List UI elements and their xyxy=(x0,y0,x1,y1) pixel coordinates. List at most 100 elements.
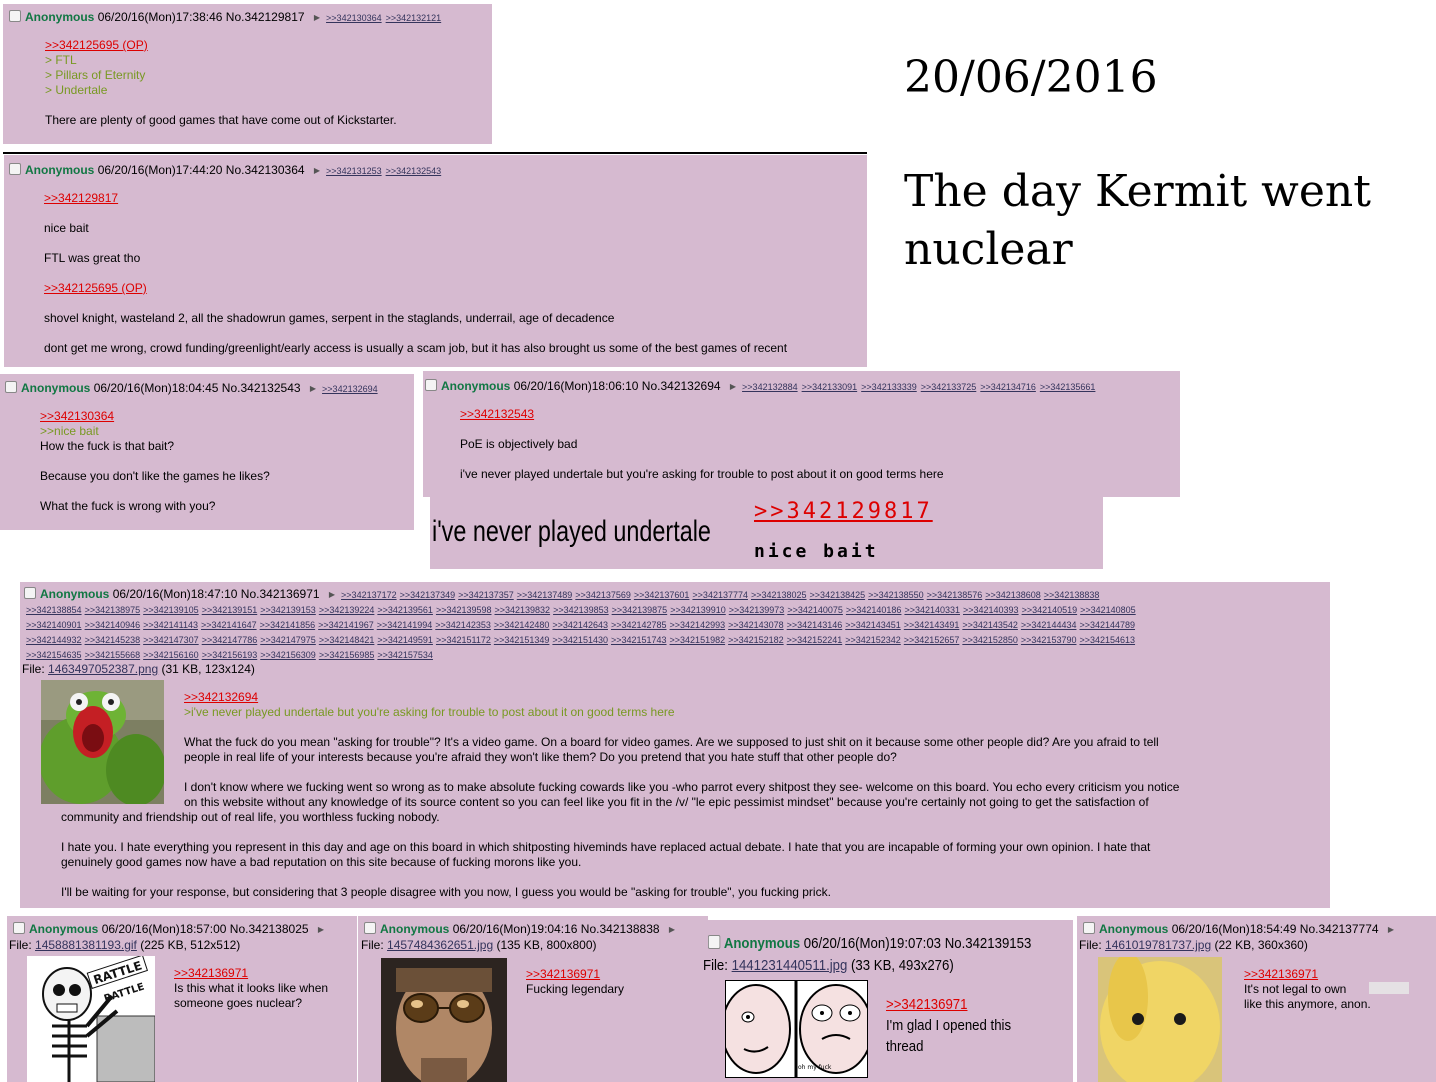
post-number[interactable]: No.342137774 xyxy=(1300,922,1379,936)
backlink[interactable]: >>342140075 xyxy=(787,605,843,615)
post-number[interactable]: No.342138838 xyxy=(581,922,660,936)
skeleton-thumbnail[interactable]: RATTLE RATTLE xyxy=(27,956,155,1082)
backlink[interactable]: >>342143542 xyxy=(962,620,1018,630)
backlink[interactable]: >>342156309 xyxy=(260,650,316,660)
backlink[interactable]: >>342153790 xyxy=(1021,635,1077,645)
backlink[interactable]: >>342140946 xyxy=(85,620,141,630)
backlink[interactable]: >>342142480 xyxy=(494,620,550,630)
backlink[interactable]: >>342151430 xyxy=(552,635,608,645)
menu-arrow-icon[interactable]: ▶ xyxy=(314,166,320,175)
backlink[interactable]: >>342148421 xyxy=(319,635,375,645)
backlink[interactable]: >>342138550 xyxy=(868,590,924,600)
file-link[interactable]: 1441231440511.jpg xyxy=(732,957,848,974)
menu-arrow-icon[interactable]: ▶ xyxy=(730,382,736,391)
backlink[interactable]: >>342152241 xyxy=(787,635,843,645)
backlink[interactable]: >>342145238 xyxy=(85,635,141,645)
backlink[interactable]: >>342152342 xyxy=(845,635,901,645)
backlink[interactable]: >>342151172 xyxy=(436,635,491,645)
backlink[interactable]: >>342137489 xyxy=(517,590,573,600)
post-number[interactable]: No.342132543 xyxy=(222,381,301,395)
select-checkbox[interactable] xyxy=(9,10,21,22)
backlink[interactable]: >>342139105 xyxy=(143,605,199,615)
post-number[interactable]: No.342139153 xyxy=(945,935,1032,952)
backlink[interactable]: >>342147307 xyxy=(143,635,199,645)
backlink[interactable]: >>342143491 xyxy=(904,620,960,630)
post-number[interactable]: No.342129817 xyxy=(226,10,305,24)
backlink[interactable]: >>342139973 xyxy=(729,605,785,615)
quote-link[interactable]: >>342132694 xyxy=(184,690,258,704)
backlink[interactable]: >>342141143 xyxy=(143,620,198,630)
quote-link[interactable]: >>342136971 xyxy=(886,996,967,1013)
backlink[interactable]: >>342138838 xyxy=(1044,590,1100,600)
quote-link[interactable]: >>342125695 (OP) xyxy=(44,281,147,295)
backlink[interactable]: >>342139598 xyxy=(436,605,492,615)
backlink[interactable]: >>342139910 xyxy=(670,605,726,615)
backlink[interactable]: >>342132121 xyxy=(386,13,442,23)
backlink[interactable]: >>342140805 xyxy=(1080,605,1136,615)
backlink[interactable]: >>342139832 xyxy=(495,605,551,615)
backlink[interactable]: >>342152182 xyxy=(728,635,784,645)
backlink[interactable]: >>342132884 xyxy=(742,382,798,392)
backlink[interactable]: >>342138425 xyxy=(810,590,866,600)
backlink[interactable]: >>342133725 xyxy=(921,382,977,392)
backlink[interactable]: >>342155668 xyxy=(85,650,141,660)
backlink[interactable]: >>342134716 xyxy=(980,382,1036,392)
backlink[interactable]: >>342137601 xyxy=(634,590,690,600)
select-checkbox[interactable] xyxy=(13,922,25,934)
backlink[interactable]: >>342139853 xyxy=(553,605,609,615)
file-link[interactable]: 1458881381193.gif xyxy=(35,938,137,952)
file-link[interactable]: 1457484362651.jpg xyxy=(387,938,493,952)
backlink[interactable]: >>342142353 xyxy=(435,620,491,630)
backlink[interactable]: >>342141967 xyxy=(318,620,374,630)
backlink[interactable]: >>342139561 xyxy=(377,605,433,615)
backlink[interactable]: >>342132694 xyxy=(322,384,378,394)
backlink[interactable]: >>342139875 xyxy=(612,605,668,615)
sunglasses-man-thumbnail[interactable] xyxy=(381,958,507,1082)
backlink[interactable]: >>342154613 xyxy=(1079,635,1135,645)
backlink[interactable]: >>342139153 xyxy=(260,605,316,615)
backlink[interactable]: >>342140186 xyxy=(846,605,902,615)
file-link[interactable]: 1463497052387.png xyxy=(48,662,158,676)
backlink[interactable]: >>342138025 xyxy=(751,590,807,600)
backlink[interactable]: >>342138854 xyxy=(26,605,82,615)
banana-thumbnail[interactable] xyxy=(1098,957,1222,1082)
backlink[interactable]: >>342143078 xyxy=(728,620,784,630)
backlink[interactable]: >>342151743 xyxy=(611,635,667,645)
backlink[interactable]: >>342138608 xyxy=(985,590,1041,600)
quote-link[interactable]: >>342136971 xyxy=(174,966,248,980)
select-checkbox[interactable] xyxy=(9,163,21,175)
backlink[interactable]: >>342140393 xyxy=(963,605,1019,615)
backlink[interactable]: >>342137357 xyxy=(458,590,514,600)
quote-link[interactable]: >>342136971 xyxy=(526,967,600,981)
backlink[interactable]: >>342157534 xyxy=(377,650,433,660)
backlink[interactable]: >>342151349 xyxy=(494,635,550,645)
menu-arrow-icon[interactable]: ▶ xyxy=(310,384,316,393)
backlink[interactable]: >>342147786 xyxy=(202,635,258,645)
backlinks-row[interactable]: >>342137172 >>342137349 >>342137357 >>34213… xyxy=(341,590,1102,600)
backlink[interactable]: >>342137172 xyxy=(341,590,397,600)
quote-link[interactable]: >>342129817 xyxy=(44,191,118,205)
post-number[interactable]: No.342130364 xyxy=(226,163,305,177)
backlink[interactable]: >>342144932 xyxy=(26,635,82,645)
backlinks-row[interactable]: >>342140901 >>342140946 >>342141143 >>34214… xyxy=(26,618,1326,633)
select-checkbox[interactable] xyxy=(364,922,376,934)
backlink[interactable]: >>342140901 xyxy=(26,620,82,630)
backlink[interactable]: >>342143451 xyxy=(845,620,901,630)
backlink[interactable]: >>342131253 xyxy=(326,166,382,176)
backlink[interactable]: >>342138576 xyxy=(927,590,983,600)
quote-link[interactable]: >>342130364 xyxy=(40,409,114,423)
backlink[interactable]: >>342132543 xyxy=(386,166,442,176)
backlink[interactable]: >>342130364 xyxy=(326,13,382,23)
backlink[interactable]: >>342140519 xyxy=(1022,605,1078,615)
menu-arrow-icon[interactable]: ▶ xyxy=(329,590,335,599)
select-checkbox[interactable] xyxy=(1083,922,1095,934)
backlink[interactable]: >>342156985 xyxy=(319,650,375,660)
select-checkbox[interactable] xyxy=(425,379,437,391)
backlink[interactable]: >>342137774 xyxy=(692,590,748,600)
backlink[interactable]: >>342138975 xyxy=(85,605,141,615)
backlink[interactable]: >>342144434 xyxy=(1021,620,1077,630)
backlink[interactable]: >>342139224 xyxy=(319,605,375,615)
backlink[interactable]: >>342137569 xyxy=(575,590,631,600)
backlink[interactable]: >>342156193 xyxy=(202,650,258,660)
backlink[interactable]: >>342143146 xyxy=(787,620,843,630)
